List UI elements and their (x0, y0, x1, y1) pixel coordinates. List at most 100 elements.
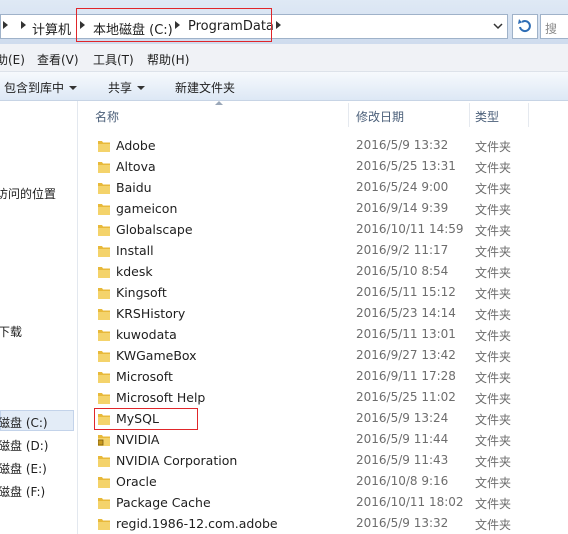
breadcrumb-separator-icon[interactable] (276, 21, 281, 29)
file-row[interactable]: gameicon 2016/9/14 9:39 文件夹 (78, 198, 568, 219)
new-folder-button[interactable]: 新建文件夹 (175, 79, 235, 96)
file-name[interactable]: kdesk (116, 264, 153, 279)
file-name[interactable]: Adobe (116, 138, 156, 153)
file-type: 文件夹 (475, 266, 512, 280)
nav-item-drive-e[interactable]: 磁盘 (E:) (0, 460, 47, 477)
nav-item-recent-places[interactable]: 访问的位置 (0, 185, 56, 202)
share-button[interactable]: 共享 (108, 79, 146, 96)
file-type: 文件夹 (475, 371, 512, 385)
file-modified-date: 2016/5/9 13:24 (356, 411, 449, 425)
file-row[interactable]: Install 2016/9/2 11:17 文件夹 (78, 240, 568, 261)
file-row[interactable]: Adobe 2016/5/9 13:32 文件夹 (78, 135, 568, 156)
file-modified-date: 2016/5/23 14:14 (356, 306, 456, 320)
nav-item-downloads[interactable]: 下载 (0, 323, 22, 340)
file-type: 文件夹 (475, 455, 512, 469)
folder-icon (98, 393, 110, 404)
file-name[interactable]: Altova (116, 159, 156, 174)
file-name[interactable]: kuwodata (116, 327, 177, 342)
file-modified-date: 2016/5/25 11:02 (356, 390, 456, 404)
folder-icon (98, 246, 110, 257)
file-row[interactable]: Baidu 2016/5/24 9:00 文件夹 (78, 177, 568, 198)
column-divider[interactable] (528, 103, 529, 127)
folder-icon (98, 372, 110, 383)
mysql-highlight-annotation (94, 408, 198, 430)
file-row[interactable]: regid.1986-12.com.adobe 2016/5/9 13:32 文件夹 (78, 513, 568, 534)
breadcrumb-separator-icon[interactable] (21, 21, 26, 29)
file-name[interactable]: Oracle (116, 474, 157, 489)
dropdown-arrow-icon (69, 86, 78, 90)
file-name[interactable]: NVIDIA Corporation (116, 453, 237, 468)
file-type: 文件夹 (475, 224, 512, 238)
file-row[interactable]: Microsoft Help 2016/5/25 11:02 文件夹 (78, 387, 568, 408)
refresh-button[interactable] (512, 14, 538, 39)
refresh-icon (518, 19, 531, 33)
nav-item-drive-c[interactable]: 磁盘 (C:) (0, 414, 48, 431)
file-name[interactable]: regid.1986-12.com.adobe (116, 516, 278, 531)
file-name[interactable]: Install (116, 243, 154, 258)
file-modified-date: 2016/5/10 8:54 (356, 264, 449, 278)
file-name[interactable]: Kingsoft (116, 285, 167, 300)
file-name[interactable]: Globalscape (116, 222, 193, 237)
file-row[interactable]: NVIDIA 2016/5/9 11:44 文件夹 (78, 429, 568, 450)
file-name[interactable]: Package Cache (116, 495, 211, 510)
file-type: 文件夹 (475, 350, 512, 364)
folder-icon (98, 267, 110, 278)
file-modified-date: 2016/9/11 17:28 (356, 369, 456, 383)
column-header: 名称 修改日期 类型 (78, 101, 568, 128)
file-type: 文件夹 (475, 329, 512, 343)
search-input[interactable]: 搜 (540, 14, 568, 39)
file-name[interactable]: Baidu (116, 180, 152, 195)
column-type[interactable]: 类型 (475, 108, 499, 125)
file-name[interactable]: KRSHistory (116, 306, 185, 321)
breadcrumb-separator-icon[interactable] (3, 21, 8, 29)
file-name[interactable]: KWGameBox (116, 348, 197, 363)
file-row[interactable]: Oracle 2016/10/8 9:16 文件夹 (78, 471, 568, 492)
file-modified-date: 2016/5/9 13:32 (356, 138, 449, 152)
file-row[interactable]: Globalscape 2016/10/11 14:59 文件夹 (78, 219, 568, 240)
address-bar-region: 计算机 本地磁盘 (C:) ProgramData 搜 (0, 0, 568, 44)
menu-tools[interactable]: 工具(T) (93, 51, 134, 68)
file-type: 文件夹 (475, 203, 512, 217)
folder-icon (98, 288, 110, 299)
file-type: 文件夹 (475, 434, 512, 448)
folder-icon (98, 330, 110, 341)
file-row[interactable]: kdesk 2016/5/10 8:54 文件夹 (78, 261, 568, 282)
column-name[interactable]: 名称 (95, 108, 119, 125)
file-type: 文件夹 (475, 392, 512, 406)
folder-icon (98, 183, 110, 194)
include-in-library-button[interactable]: 包含到库中 (4, 79, 78, 96)
menu-view[interactable]: 查看(V) (37, 51, 79, 68)
file-name[interactable]: Microsoft (116, 369, 173, 384)
nav-item-drive-f[interactable]: 磁盘 (F:) (0, 483, 45, 500)
folder-icon (98, 351, 110, 362)
breadcrumb-computer[interactable]: 计算机 (32, 19, 71, 38)
file-modified-date: 2016/10/11 18:02 (356, 495, 464, 509)
file-row[interactable]: KRSHistory 2016/5/23 14:14 文件夹 (78, 303, 568, 324)
file-row[interactable]: Altova 2016/5/25 13:31 文件夹 (78, 156, 568, 177)
file-modified-date: 2016/5/9 11:44 (356, 432, 449, 446)
file-name[interactable]: Microsoft Help (116, 390, 205, 405)
file-name[interactable]: NVIDIA (116, 432, 159, 447)
sort-ascending-icon (215, 101, 223, 105)
navigation-pane: 访问的位置 下载 磁盘 (C:) 磁盘 (D:) 磁盘 (E:) 磁盘 (F:) (0, 101, 78, 534)
column-modified[interactable]: 修改日期 (356, 108, 404, 125)
menu-edit[interactable]: 助(E) (0, 51, 25, 68)
nav-item-drive-d[interactable]: 磁盘 (D:) (0, 437, 48, 454)
column-divider[interactable] (469, 103, 470, 127)
folder-icon (98, 309, 110, 320)
menu-help[interactable]: 帮助(H) (147, 51, 189, 68)
column-divider[interactable] (348, 103, 349, 127)
folder-icon (98, 162, 110, 173)
file-row[interactable]: KWGameBox 2016/9/27 13:42 文件夹 (78, 345, 568, 366)
file-row[interactable]: Package Cache 2016/10/11 18:02 文件夹 (78, 492, 568, 513)
file-row[interactable]: kuwodata 2016/5/11 13:01 文件夹 (78, 324, 568, 345)
folder-icon (98, 519, 110, 530)
file-row[interactable]: NVIDIA Corporation 2016/5/9 11:43 文件夹 (78, 450, 568, 471)
history-dropdown-icon[interactable] (491, 19, 505, 33)
search-placeholder: 搜 (545, 22, 558, 36)
file-row[interactable]: Microsoft 2016/9/11 17:28 文件夹 (78, 366, 568, 387)
folder-icon (98, 477, 110, 488)
file-row[interactable]: Kingsoft 2016/5/11 15:12 文件夹 (78, 282, 568, 303)
file-name[interactable]: gameicon (116, 201, 177, 216)
file-type: 文件夹 (475, 182, 512, 196)
